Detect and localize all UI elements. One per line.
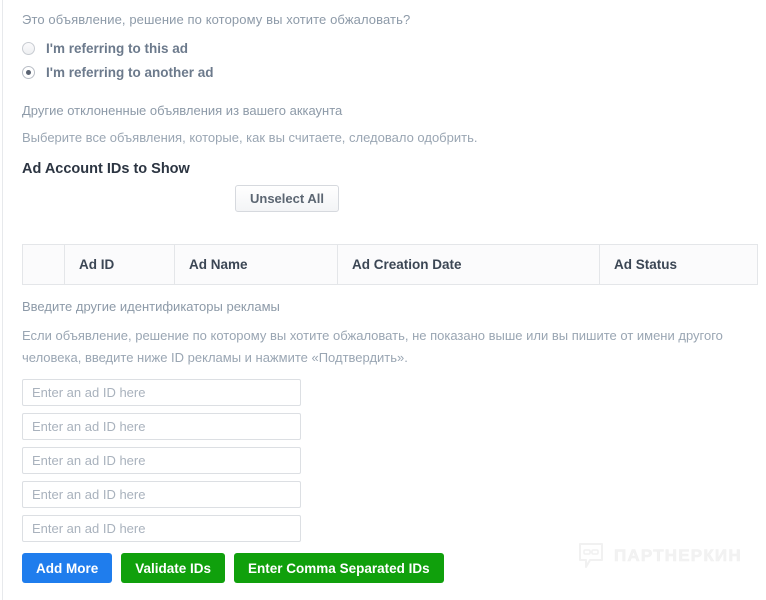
radio-this-ad[interactable]: I'm referring to this ad (22, 36, 213, 60)
ad-id-input-4[interactable] (22, 481, 301, 508)
ad-id-input-list (22, 379, 301, 549)
watermark: ПАРТНЕРКИН (577, 542, 742, 570)
enter-comma-separated-ids-button[interactable]: Enter Comma Separated IDs (234, 553, 444, 583)
table-header-ad-name: Ad Name (174, 244, 338, 285)
watermark-text: ПАРТНЕРКИН (614, 546, 742, 566)
appeal-form-page: Это объявление, решение по которому вы х… (0, 0, 766, 600)
page-left-border (2, 0, 3, 600)
ad-id-input-5[interactable] (22, 515, 301, 542)
ads-table: Ad ID Ad Name Ad Creation Date Ad Status (22, 244, 758, 285)
table-header-ad-creation-date: Ad Creation Date (337, 244, 600, 285)
radio-this-ad-label: I'm referring to this ad (46, 40, 188, 56)
ad-account-ids-heading: Ad Account IDs to Show (22, 161, 190, 177)
validate-ids-button[interactable]: Validate IDs (121, 553, 226, 583)
radio-checked-icon (22, 65, 35, 79)
table-header-checkbox[interactable] (22, 244, 65, 285)
radio-another-ad[interactable]: I'm referring to another ad (22, 60, 213, 84)
appeal-question-label: Это объявление, решение по которому вы х… (22, 12, 411, 27)
table-header-ad-status: Ad Status (599, 244, 758, 285)
ad-reference-radio-group: I'm referring to this ad I'm referring t… (22, 36, 213, 84)
enter-other-ids-heading: Введите другие идентификаторы рекламы (22, 299, 280, 314)
ad-id-input-3[interactable] (22, 447, 301, 474)
add-more-button[interactable]: Add More (22, 553, 113, 583)
action-buttons-row: Add More Validate IDs Enter Comma Separa… (22, 553, 453, 583)
speech-bubble-glasses-icon (577, 542, 605, 570)
other-rejected-ads-heading: Другие отклоненные объявления из вашего … (22, 103, 343, 118)
enter-other-ids-paragraph: Если объявление, решение по которому вы … (22, 328, 723, 365)
radio-another-ad-label: I'm referring to another ad (46, 64, 214, 80)
radio-unchecked-icon (22, 41, 35, 55)
table-header-ad-id: Ad ID (64, 244, 175, 285)
ad-id-input-1[interactable] (22, 379, 301, 406)
table-header-row: Ad ID Ad Name Ad Creation Date Ad Status (22, 244, 758, 285)
select-ads-hint: Выберите все объявления, которые, как вы… (22, 130, 478, 145)
ad-id-input-2[interactable] (22, 413, 301, 440)
unselect-all-button[interactable]: Unselect All (235, 185, 339, 212)
